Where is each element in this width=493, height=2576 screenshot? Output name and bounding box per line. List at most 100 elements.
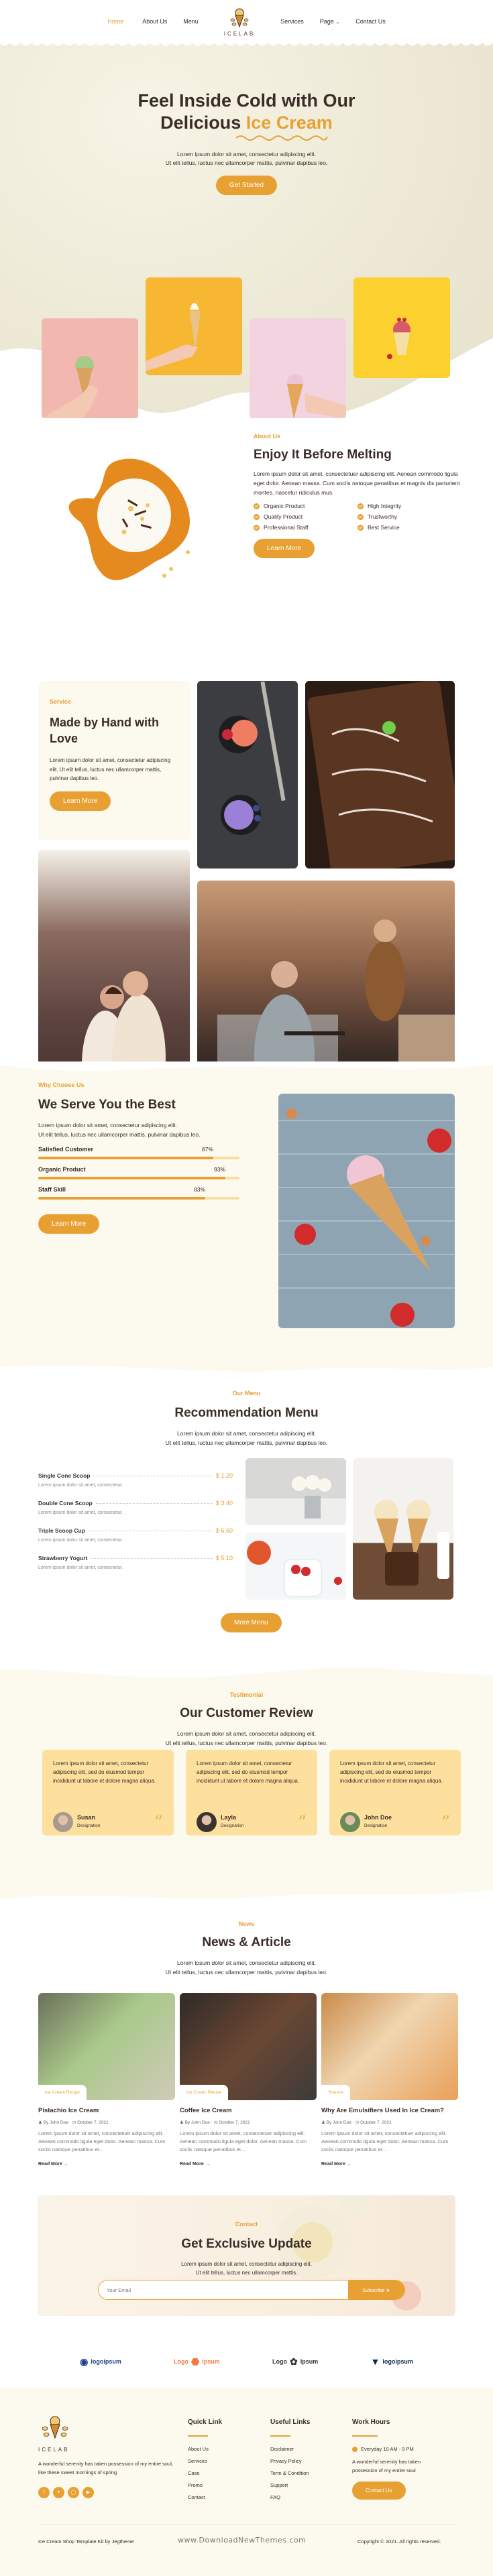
reviewer-designation: Designation [77,1823,101,1828]
article-excerpt: Lorem ipsum dolor sit amet, consectetuer… [38,2130,166,2152]
hero-section: Feel Inside Cold with Our Delicious Ice … [0,43,493,418]
nav-about-us[interactable]: About Us [142,18,167,25]
read-more-link[interactable]: Read More → [38,2162,175,2167]
nav-services[interactable]: Services [280,18,304,25]
subscribe-form: Subscribe ➤ [98,2280,405,2300]
article-image[interactable]: Science [321,1993,458,2100]
article-excerpt: Lorem ipsum dolor sit amet, consectetuer… [321,2130,449,2152]
footer-link[interactable]: Privacy Policy [270,2458,310,2464]
article-title[interactable]: Pistachio Ice Cream [38,2107,175,2114]
feature-item: High Integrity [358,503,461,509]
review-text: Lorem ipsum dolor sit amet, consectetur … [340,1760,443,1784]
article-author[interactable]: By John Doe [44,2120,68,2125]
more-menu-button[interactable]: More Menu [221,1613,282,1632]
wave-top [0,1061,493,1072]
article-image[interactable]: Ice Cream Recipe [38,1993,175,2100]
article-card[interactable]: Science Why Are Emulsifiers Used In Ice … [321,1993,458,2167]
article-category[interactable]: Science [321,2085,351,2100]
article-title[interactable]: Coffee Ice Cream [180,2107,317,2114]
why-body: Lorem ipsum dolor sit amet, consectetur … [38,1120,239,1139]
title-underline [352,2435,378,2437]
email-input[interactable] [99,2280,348,2299]
news-subtitle: Lorem ipsum dolor sit amet, consectetur … [0,1958,493,1977]
menu-item-description: Lorem ipsum dolor sit amet, consectetur. [38,1510,123,1515]
avatar [340,1812,360,1832]
article-title[interactable]: Why Are Emulsifiers Used In Ice Cream? [321,2107,458,2114]
article-category[interactable]: Ice Cream Recipe [38,2085,87,2100]
footer-link[interactable]: Promo [188,2482,222,2488]
ice-cream-cone-image-icon [42,356,98,418]
paper-plane-icon: ➤ [386,2287,390,2293]
footer-link[interactable]: Term & Condition [270,2470,310,2476]
footer-link[interactable]: FAQ [270,2494,310,2500]
nav-contact-us[interactable]: Contact Us [355,18,386,25]
title-underline [270,2435,290,2437]
article-author[interactable]: By John Doe [327,2120,351,2125]
article-card[interactable]: Ice Cream Recipe Coffee Ice Cream ♟ By J… [180,1993,317,2167]
footer-contact-button[interactable]: Contact Us [352,2482,406,2500]
about-learn-more-button[interactable]: Learn More [254,539,315,558]
article-image[interactable]: Ice Cream Recipe [180,1993,317,2100]
footer-link[interactable]: Services [188,2458,222,2464]
footer-link[interactable]: Contact [188,2494,222,2500]
menu-item-row: Triple Scoop Cup $ 6.60 [38,1527,233,1534]
news-kicker: News [238,1921,255,1927]
footer-quick-links: Quick Link About Us Services Case Promo Cont… [188,2419,222,2506]
menu-title: Recommendation Menu [174,1406,319,1420]
about-title: Enjoy It Before Melting [254,448,392,462]
menu-kicker: Our Menu [232,1390,261,1397]
user-icon: ♟ [180,2120,184,2125]
subscribe-button[interactable]: Subscribe ➤ [348,2280,404,2299]
feature-label: Organic Product [264,503,305,509]
footer-link[interactable]: Support [270,2482,310,2488]
vanilla-cones-image-icon [292,1475,331,1519]
menu-item: Strawberry Yogurt $ 5.10 Lorem ipsum dolor… [38,1555,233,1570]
news-subtitle-line1: Lorem ipsum dolor sit amet, consectetur … [177,1959,316,1966]
about-kicker: About Us [254,433,280,440]
why-learn-more-button[interactable]: Learn More [38,1214,100,1234]
subscribe-subtitle-line1: Lorem ipsum dolor sit amet, consectetur … [181,2261,312,2267]
twitter-icon[interactable]: ✦ [53,2486,64,2498]
reviewer-designation: Designation [364,1823,388,1828]
footer-link[interactable]: Disclaimer [270,2446,310,2452]
read-more-link[interactable]: Read More → [180,2162,317,2167]
skill-bars: Satisfied Customer 87% Organic Product 93%… [38,1146,239,1200]
menu-item-row: Double Cone Scoop $ 3.40 [38,1500,233,1506]
article-author[interactable]: By John Doe [185,2120,210,2125]
nav-home[interactable]: Home [107,18,123,25]
footer-link[interactable]: Case [188,2470,222,2476]
youtube-icon[interactable]: ▶ [83,2486,94,2498]
partner-logo-prefix: Logo [272,2358,288,2365]
nav-menu[interactable]: Menu [183,18,199,25]
site-logo[interactable]: ICELAB [224,7,255,37]
wave-bottom [0,1365,493,1376]
feature-item: Professional Staff [254,524,358,531]
service-learn-more-button[interactable]: Learn More [50,791,111,811]
avatar [53,1812,73,1832]
service-card: Service Made by Hand with Love Lorem ips… [38,681,190,840]
menu-item-price: $ 5.10 [215,1555,233,1561]
article-meta: ♟ By John Doe · ◷ October 7, 2021 [38,2120,109,2125]
article-card[interactable]: Ice Cream Recipe Pistachio Ice Cream ♟ B… [38,1993,175,2167]
hero-card-soft-serve [146,277,242,375]
reviewer-name: Layla [221,1814,237,1821]
menu-item-description: Lorem ipsum dolor sit amet, consectetur. [38,1565,123,1570]
user-icon: ♟ [38,2120,42,2125]
read-more-link[interactable]: Read More → [321,2162,458,2167]
footer-link[interactable]: About Us [188,2446,222,2452]
nav-page[interactable]: Page ⌄ [320,18,339,25]
user-icon: ♟ [321,2120,325,2125]
article-date: October 7, 2021 [219,2120,250,2125]
about-text: About Us Enjoy It Before Melting Lorem i… [254,433,461,558]
check-circle-icon [358,524,364,531]
partner-logo-text: logoipsum [91,2358,121,2365]
menu-item: Double Cone Scoop $ 3.40 Lorem ipsum dolor… [38,1500,233,1515]
article-category[interactable]: Ice Cream Recipe [180,2085,229,2100]
menu-list: Single Cone Scoop $ 1.20 Lorem ipsum dolor… [38,1472,233,1582]
feature-label: Best Service [368,524,400,531]
facebook-icon[interactable]: f [38,2487,50,2498]
subscribe-box: Contact Get Exclusive Update Lorem ipsum… [38,2195,455,2316]
hero-card-pistachio [42,318,138,418]
partner-logo: Logo ✿ Ipsum [272,2356,318,2368]
instagram-icon[interactable]: ◯ [68,2486,79,2498]
